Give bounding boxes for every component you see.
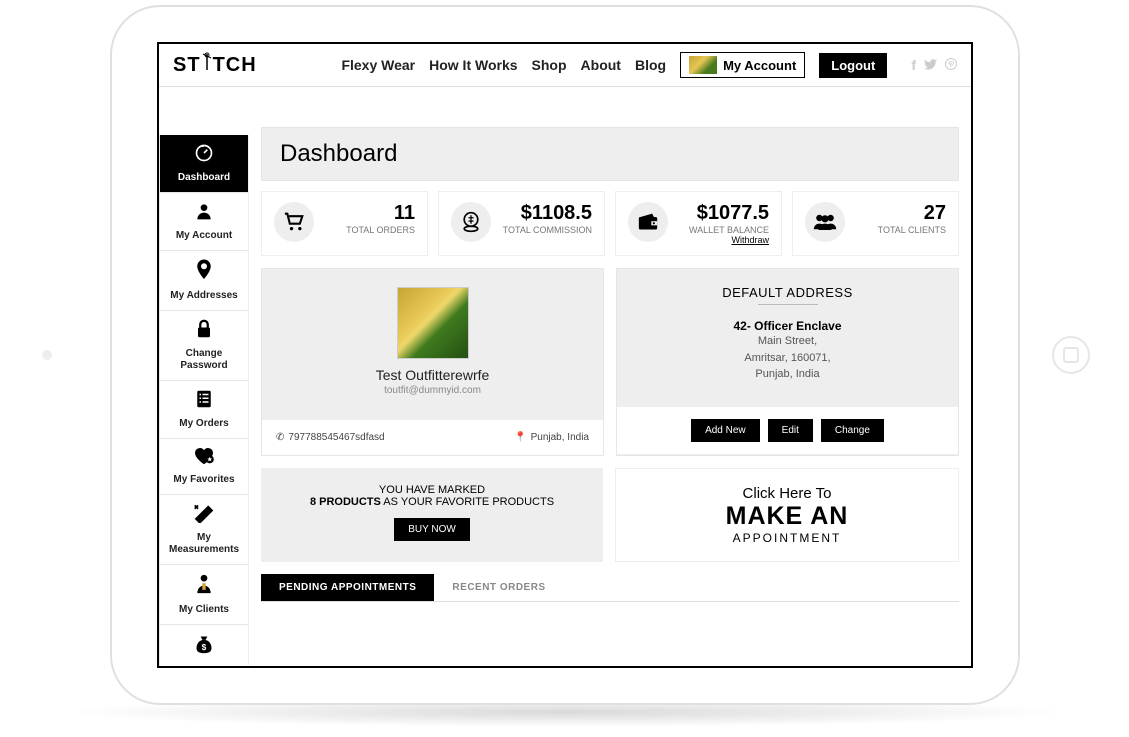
profile-name: Test Outfitterewrfe (272, 367, 593, 383)
stat-wallet-balance: $1077.5 WALLET BALANCE Withdraw (615, 191, 782, 256)
list-icon (164, 389, 244, 415)
sidebar-item-my-orders[interactable]: My Orders (159, 381, 248, 439)
sidebar-item-my-measurements[interactable]: My Measurements (159, 495, 248, 565)
buy-now-button[interactable]: BUY NOW (394, 518, 470, 541)
address-line: Main Street, (627, 333, 948, 350)
logo[interactable]: ST TCH (173, 52, 257, 78)
withdraw-link[interactable]: Withdraw (678, 235, 769, 245)
sidebar-item-change-password[interactable]: Change Password (159, 311, 248, 381)
address-line: Amritsar, 160071, (627, 350, 948, 367)
stat-label: WALLET BALANCE (678, 225, 769, 235)
tab-recent-orders[interactable]: RECENT ORDERS (434, 574, 563, 601)
location-icon: 📍 (514, 432, 526, 443)
stat-value: 27 (855, 202, 946, 225)
nav-about[interactable]: About (581, 57, 621, 73)
sidebar-item-dashboard[interactable]: Dashboard (159, 135, 248, 193)
main-nav: Flexy Wear How It Works Shop About Blog … (341, 52, 957, 78)
nav-how-it-works[interactable]: How It Works (429, 57, 517, 73)
address-title: DEFAULT ADDRESS (627, 285, 948, 300)
nav-blog[interactable]: Blog (635, 57, 666, 73)
main-content: Dashboard 11 TOTAL ORDERS (249, 127, 971, 665)
lock-icon (164, 319, 244, 345)
page-title: Dashboard (261, 127, 959, 181)
avatar-thumb (689, 56, 717, 74)
tablet-camera (42, 350, 52, 360)
dashboard-icon (164, 143, 244, 169)
user-icon (164, 201, 244, 227)
facebook-icon[interactable]: f (911, 57, 916, 73)
tab-pending-appointments[interactable]: PENDING APPOINTMENTS (261, 574, 434, 601)
my-account-button[interactable]: My Account (680, 52, 805, 78)
header: ST TCH Flexy Wear How It Works Shop Abou… (159, 44, 971, 87)
needle-icon (202, 52, 212, 78)
stat-value: $1108.5 (501, 202, 592, 225)
address-line: Punjab, India (627, 366, 948, 383)
sidebar-item-my-clients[interactable]: My Clients (159, 565, 248, 625)
stat-label: TOTAL CLIENTS (855, 225, 946, 235)
edit-button[interactable]: Edit (768, 419, 813, 442)
pinterest-icon[interactable] (945, 57, 957, 73)
sidebar-item-my-favorites[interactable]: My Favorites (159, 439, 248, 495)
profile-email: toutfit@dummyid.com (272, 385, 593, 396)
tabs: PENDING APPOINTMENTS RECENT ORDERS (261, 574, 959, 602)
ruler-icon (164, 503, 244, 529)
stats-row: 11 TOTAL ORDERS $1108.5 TOTAL COMMISSION (261, 191, 959, 256)
coins-icon (451, 202, 491, 242)
stat-label: TOTAL COMMISSION (501, 225, 592, 235)
stat-value: 11 (324, 202, 415, 225)
money-bag-icon: $ (164, 633, 244, 661)
stat-total-commission: $1108.5 TOTAL COMMISSION (438, 191, 605, 256)
sidebar-item-my-account[interactable]: My Account (159, 193, 248, 251)
nav-shop[interactable]: Shop (532, 57, 567, 73)
profile-card: Test Outfitterewrfe toutfit@dummyid.com … (261, 268, 604, 456)
sidebar: Dashboard My Account My Addresses (159, 135, 249, 665)
twitter-icon[interactable] (924, 57, 937, 73)
profile-location: 📍Punjab, India (514, 432, 589, 443)
stat-total-clients: 27 TOTAL CLIENTS (792, 191, 959, 256)
add-new-button[interactable]: Add New (691, 419, 760, 442)
stat-value: $1077.5 (678, 202, 769, 225)
client-icon (164, 573, 244, 601)
social-links: f (911, 57, 957, 73)
profile-picture (397, 287, 469, 359)
stat-total-orders: 11 TOTAL ORDERS (261, 191, 428, 256)
wallet-icon (628, 202, 668, 242)
profile-phone: ✆797788545467sdfasd (276, 432, 385, 443)
pin-icon (164, 259, 244, 287)
address-card: DEFAULT ADDRESS 42- Officer Enclave Main… (616, 268, 959, 456)
favorites-card: YOU HAVE MARKED 8 PRODUCTS AS YOUR FAVOR… (261, 468, 603, 562)
people-icon (805, 202, 845, 242)
nav-flexy-wear[interactable]: Flexy Wear (341, 57, 415, 73)
phone-icon: ✆ (276, 432, 284, 443)
make-appointment-button[interactable]: Click Here To MAKE AN APPOINTMENT (615, 468, 959, 562)
sidebar-item-wallet[interactable]: $ (159, 625, 248, 668)
address-line: 42- Officer Enclave (627, 319, 948, 333)
tablet-home-button[interactable] (1052, 336, 1090, 374)
svg-text:$: $ (202, 642, 207, 652)
stat-label: TOTAL ORDERS (324, 225, 415, 235)
change-button[interactable]: Change (821, 419, 884, 442)
cart-icon (274, 202, 314, 242)
heart-icon (164, 447, 244, 471)
logout-button[interactable]: Logout (819, 53, 887, 78)
sidebar-item-my-addresses[interactable]: My Addresses (159, 251, 248, 311)
